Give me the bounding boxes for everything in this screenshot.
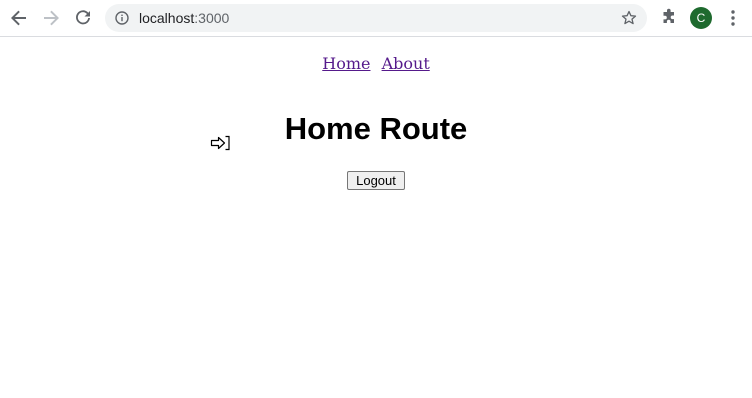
url-text[interactable]: localhost:3000 <box>139 10 229 26</box>
info-icon[interactable] <box>115 11 129 25</box>
page-nav: Home About <box>0 54 752 74</box>
star-icon[interactable] <box>621 10 637 26</box>
reload-icon <box>76 10 90 25</box>
logout-arrow-cursor-icon <box>210 135 230 151</box>
browser-toolbar: localhost:3000 C <box>0 0 752 37</box>
logout-button[interactable]: Logout <box>347 171 405 190</box>
page-title: Home Route <box>284 111 468 146</box>
forward-arrow-icon <box>44 10 59 26</box>
profile-avatar[interactable]: C <box>690 7 712 29</box>
address-bar[interactable]: localhost:3000 <box>105 4 647 32</box>
back-arrow-icon <box>11 10 26 26</box>
kebab-menu-icon[interactable] <box>725 8 741 28</box>
back-button[interactable] <box>6 5 32 31</box>
url-host: localhost <box>139 10 195 26</box>
reload-button[interactable] <box>70 5 96 31</box>
page-content: Home About Home Route Logout <box>0 37 752 398</box>
nav-link-about[interactable]: About <box>382 54 430 73</box>
nav-link-home[interactable]: Home <box>322 54 370 73</box>
forward-button[interactable] <box>38 5 64 31</box>
puzzle-icon[interactable] <box>659 8 679 28</box>
url-port: :3000 <box>194 10 230 26</box>
